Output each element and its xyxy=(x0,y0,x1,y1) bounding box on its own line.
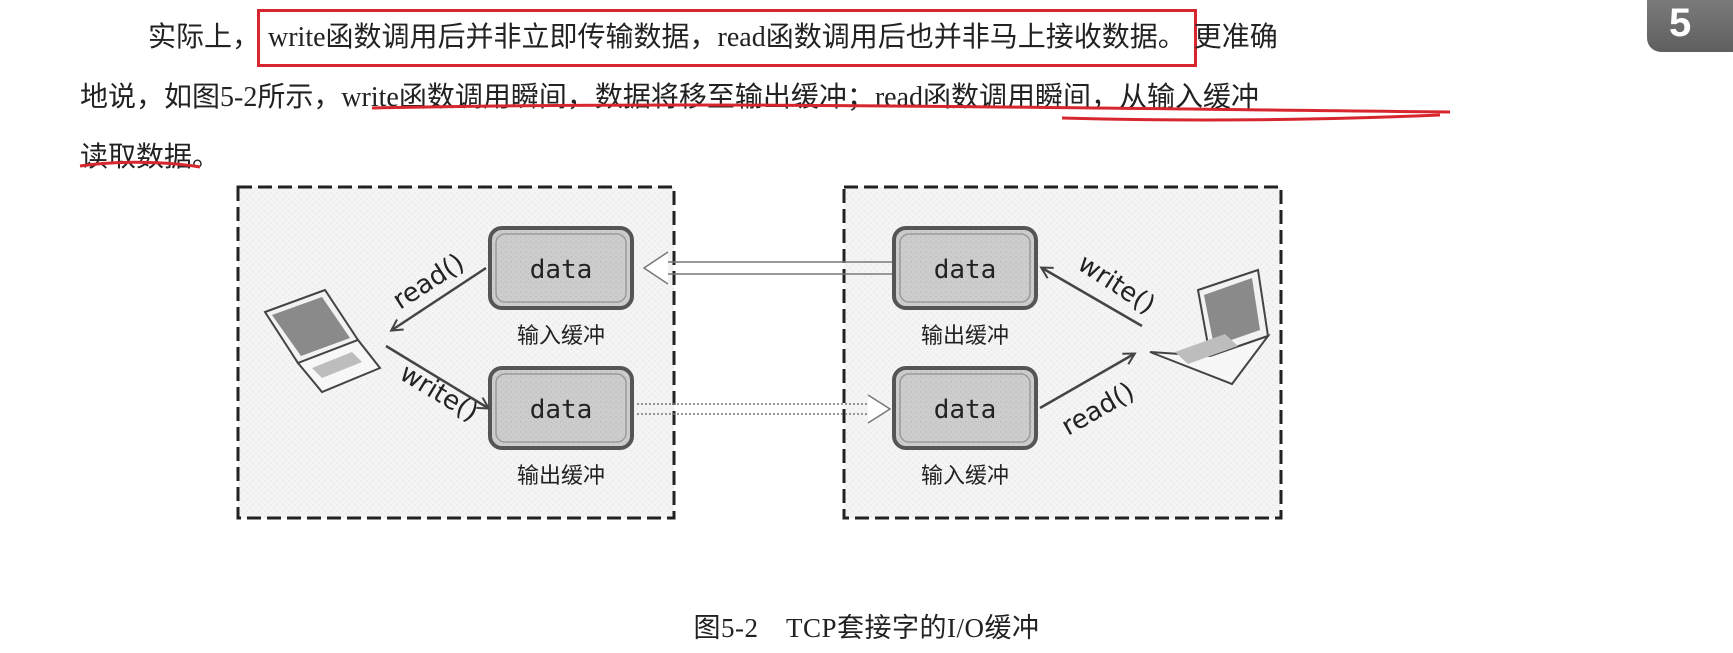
figure-caption: 图5-2 TCP套接字的I/O缓冲 xyxy=(693,613,1040,643)
book-page: 5 实际上， write函数调用后并非立即传输数据，read函数调用后也并非马上接… xyxy=(0,0,1733,653)
right-input-buffer: data xyxy=(892,366,1038,450)
left-output-buffer: data xyxy=(488,366,634,450)
buffer-data-label: data xyxy=(934,255,997,285)
buffer-data-label: data xyxy=(934,395,997,425)
buffer-data-label: data xyxy=(530,395,593,425)
buffer-caption: 输入缓冲 xyxy=(517,324,605,349)
io-buffer-figure: data data data data 输入缓冲 输出缓冲 输出缓冲 输入缓冲 xyxy=(236,185,1283,520)
buffer-data-label: data xyxy=(530,255,593,285)
buffer-caption: 输出缓冲 xyxy=(921,324,1009,349)
right-output-buffer: data xyxy=(892,226,1038,310)
buffer-caption: 输入缓冲 xyxy=(921,464,1009,489)
left-input-buffer: data xyxy=(488,226,634,310)
buffer-caption: 输出缓冲 xyxy=(517,464,605,489)
